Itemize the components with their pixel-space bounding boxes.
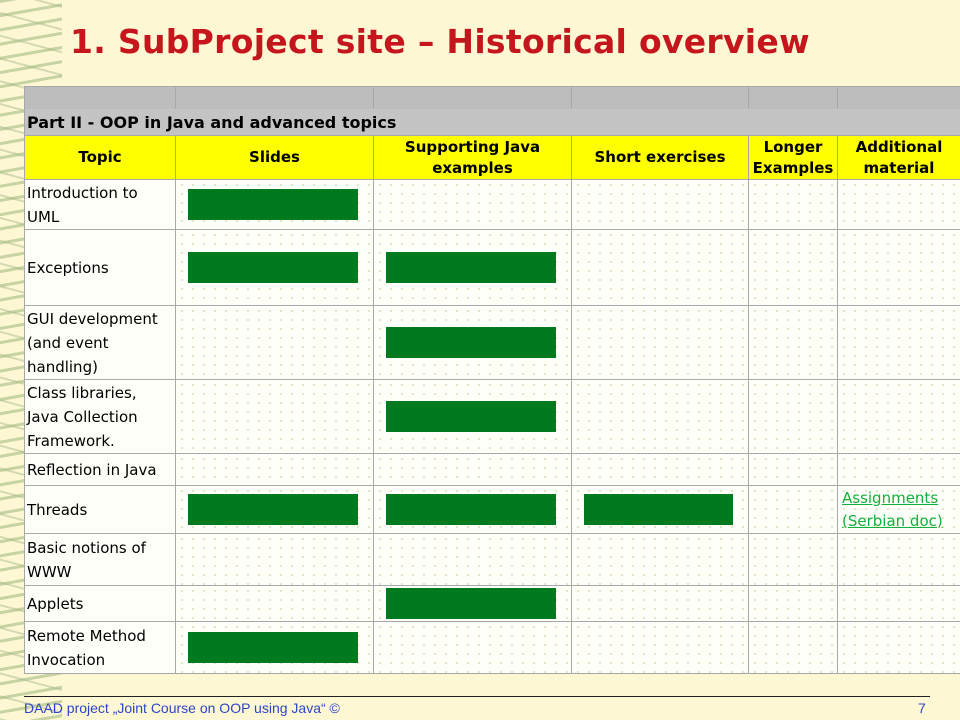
exercises-cell (571, 229, 749, 306)
topic-cell: Reflection in Java (24, 453, 176, 486)
additional-cell (837, 585, 960, 622)
table-row: Class libraries, Java Collection Framewo… (24, 379, 960, 454)
table-row: Threads Assignments (Serbian doc) (24, 485, 960, 534)
slides-cell (175, 229, 374, 306)
topic-cell: Threads (24, 485, 176, 534)
exercises-cell (571, 485, 749, 534)
page-number: 7 (918, 700, 926, 716)
slides-cell (175, 379, 374, 454)
available-indicator[interactable] (188, 493, 358, 525)
slides-cell (175, 621, 374, 674)
longer-cell (748, 179, 838, 230)
longer-cell (748, 305, 838, 380)
exercises-cell (571, 621, 749, 674)
footer-text: DAAD project „Joint Course on OOP using … (24, 700, 340, 716)
additional-cell (837, 379, 960, 454)
additional-cell: Assignments (Serbian doc) (837, 485, 960, 534)
table-row: Exceptions (24, 229, 960, 306)
longer-cell (748, 229, 838, 306)
longer-cell (748, 621, 838, 674)
part-title-row: Part II - OOP in Java and advanced topic… (24, 109, 960, 136)
topic-cell: Applets (24, 585, 176, 622)
table-row: Introduction to UML (24, 179, 960, 230)
available-indicator[interactable] (386, 400, 556, 432)
available-indicator[interactable] (188, 188, 358, 220)
available-indicator[interactable] (584, 493, 733, 525)
longer-cell (748, 485, 838, 534)
slides-cell (175, 179, 374, 230)
examples-cell (373, 533, 572, 586)
longer-cell (748, 379, 838, 454)
header-longer: Longer Examples (748, 135, 838, 180)
examples-cell (373, 485, 572, 534)
topic-cell: Introduction to UML (24, 179, 176, 230)
assignments-link[interactable]: Assignments (Serbian doc) (842, 489, 943, 530)
additional-cell (837, 305, 960, 380)
examples-cell (373, 379, 572, 454)
table-row: Reflection in Java (24, 453, 960, 486)
examples-cell (373, 453, 572, 486)
available-indicator[interactable] (386, 493, 556, 525)
header-exercises: Short exercises (571, 135, 749, 180)
header-additional: Additional material (837, 135, 960, 180)
exercises-cell (571, 305, 749, 380)
additional-cell (837, 229, 960, 306)
table-row: Basic notions of WWW (24, 533, 960, 586)
exercises-cell (571, 379, 749, 454)
slides-cell (175, 453, 374, 486)
header-slides: Slides (175, 135, 374, 180)
longer-cell (748, 453, 838, 486)
longer-cell (748, 533, 838, 586)
exercises-cell (571, 179, 749, 230)
topic-cell: Class libraries, Java Collection Framewo… (24, 379, 176, 454)
table-body: Part II - OOP in Java and advanced topic… (24, 86, 960, 674)
overview-table: Part II - OOP in Java and advanced topic… (24, 86, 960, 674)
table-container: Part II - OOP in Java and advanced topic… (24, 86, 960, 684)
table-row: GUI development (and event handling) (24, 305, 960, 380)
header-row: Topic Slides Supporting Java examples Short… (24, 135, 960, 180)
slides-cell (175, 585, 374, 622)
topic-cell: Remote Method Invocation (24, 621, 176, 674)
examples-cell (373, 305, 572, 380)
additional-cell (837, 453, 960, 486)
available-indicator[interactable] (188, 251, 358, 283)
header-examples: Supporting Java examples (373, 135, 572, 180)
available-indicator[interactable] (188, 631, 358, 663)
available-indicator[interactable] (386, 251, 556, 283)
available-indicator[interactable] (386, 326, 556, 358)
topic-cell: Basic notions of WWW (24, 533, 176, 586)
table-row: Applets (24, 585, 960, 622)
topic-cell: Exceptions (24, 229, 176, 306)
table-row: Remote Method Invocation (24, 621, 960, 674)
examples-cell (373, 585, 572, 622)
slides-cell (175, 485, 374, 534)
longer-cell (748, 585, 838, 622)
exercises-cell (571, 453, 749, 486)
slides-cell (175, 533, 374, 586)
topic-cell: GUI development (and event handling) (24, 305, 176, 380)
slide-title: 1. SubProject site – Historical overview (70, 22, 810, 61)
additional-cell (837, 533, 960, 586)
examples-cell (373, 179, 572, 230)
available-indicator[interactable] (386, 587, 556, 619)
part-title: Part II - OOP in Java and advanced topic… (24, 109, 960, 136)
footer-divider (24, 696, 930, 697)
table-top-band (24, 86, 960, 109)
additional-cell (837, 179, 960, 230)
exercises-cell (571, 533, 749, 586)
header-topic: Topic (24, 135, 176, 180)
additional-cell (837, 621, 960, 674)
exercises-cell (571, 585, 749, 622)
slides-cell (175, 305, 374, 380)
examples-cell (373, 229, 572, 306)
examples-cell (373, 621, 572, 674)
